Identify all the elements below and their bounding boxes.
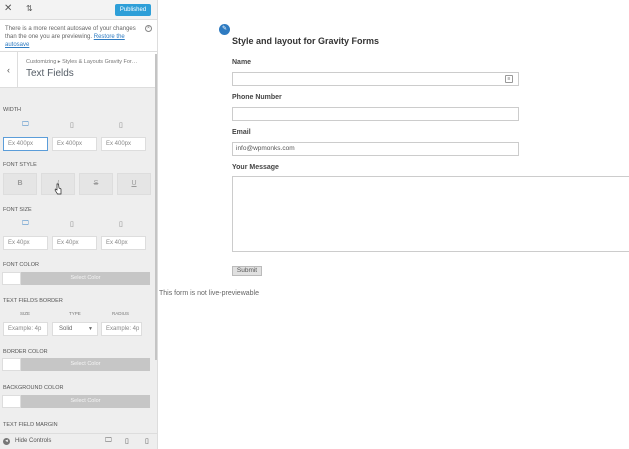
color-swatch[interactable] bbox=[2, 358, 21, 371]
message-textarea[interactable] bbox=[232, 176, 629, 252]
customizer-footer: ◂ Hide Controls 🖵 ▯ ▯ bbox=[0, 433, 157, 449]
color-swatch[interactable] bbox=[2, 395, 21, 408]
select-color-button[interactable]: Select Color bbox=[21, 358, 150, 371]
hide-controls-icon[interactable]: ◂ bbox=[3, 438, 10, 445]
tablet-icon[interactable]: ▯ bbox=[70, 121, 74, 129]
border-type-select[interactable]: Solid ▼ bbox=[52, 322, 98, 336]
border-size-label: Size bbox=[20, 311, 31, 316]
font-size-label: Font Size bbox=[3, 207, 32, 213]
autosave-notice: There is a more recent autosave of your … bbox=[0, 20, 157, 52]
chevron-left-icon: ‹ bbox=[7, 65, 10, 75]
border-type-label: Type bbox=[69, 311, 81, 316]
section-header: ‹ Customizing ▸ Styles & Layouts Gravity… bbox=[0, 52, 157, 88]
form-title: Style and layout for Gravity Forms bbox=[232, 36, 380, 46]
mobile-icon[interactable]: ▯ bbox=[119, 121, 123, 129]
desktop-preview-icon[interactable]: 🖵 bbox=[105, 437, 112, 445]
font-color-picker[interactable]: Select Color bbox=[2, 272, 150, 285]
tablet-icon[interactable]: ▯ bbox=[70, 220, 74, 228]
background-color-picker[interactable]: Select Color bbox=[2, 395, 150, 408]
font-size-desktop-input[interactable]: Ex 40px bbox=[3, 236, 48, 250]
margin-label: Text Field Margin bbox=[3, 422, 58, 428]
width-mobile-input[interactable]: Ex 400px bbox=[101, 137, 146, 151]
restore-autosave-link[interactable]: Restore the bbox=[94, 34, 125, 40]
contact-card-icon: ≡ bbox=[505, 75, 513, 83]
strikethrough-button[interactable]: S bbox=[79, 173, 113, 195]
not-live-previewable-note: This form is not live-previewable bbox=[159, 290, 259, 297]
name-label: Name bbox=[232, 59, 252, 66]
customizer-topbar: ✕ ⇅ Published bbox=[0, 0, 157, 20]
close-icon[interactable]: ✕ bbox=[4, 3, 12, 14]
email-input[interactable]: info@wpmonks.com bbox=[232, 142, 519, 156]
message-label: Your Message bbox=[232, 164, 279, 171]
tablet-preview-icon[interactable]: ▯ bbox=[125, 437, 129, 445]
dismiss-notice-icon[interactable]: × bbox=[145, 25, 152, 32]
notice-text-line2: than the one you are previewing. bbox=[5, 34, 94, 40]
font-size-tablet-input[interactable]: Ex 40px bbox=[52, 236, 97, 250]
phone-input[interactable] bbox=[232, 107, 519, 121]
width-desktop-input[interactable]: Ex 400px bbox=[3, 137, 48, 151]
border-color-picker[interactable]: Select Color bbox=[2, 358, 150, 371]
hide-controls-button[interactable]: Hide Controls bbox=[15, 438, 51, 444]
underline-button[interactable]: U bbox=[117, 173, 151, 195]
publish-button[interactable]: Published bbox=[115, 4, 151, 16]
width-tablet-input[interactable]: Ex 400px bbox=[52, 137, 97, 151]
border-label: Text Fields Border bbox=[3, 298, 63, 304]
section-title: Text Fields bbox=[26, 68, 74, 79]
font-size-mobile-input[interactable]: Ex 40px bbox=[101, 236, 146, 250]
breadcrumb: Customizing ▸ Styles & Layouts Gravity F… bbox=[26, 59, 138, 65]
phone-label: Phone Number bbox=[232, 94, 282, 101]
name-input[interactable] bbox=[232, 72, 519, 86]
select-color-button[interactable]: Select Color bbox=[21, 272, 150, 285]
back-button[interactable]: ‹ bbox=[0, 52, 18, 88]
customizer-sidebar: ✕ ⇅ Published There is a more recent aut… bbox=[0, 0, 158, 449]
hand-cursor-icon bbox=[54, 183, 62, 195]
border-radius-label: Radius bbox=[112, 311, 130, 316]
select-color-button[interactable]: Select Color bbox=[21, 395, 150, 408]
submit-button[interactable]: Submit bbox=[232, 266, 262, 276]
notice-text-line1: There is a more recent autosave of your … bbox=[5, 26, 136, 32]
bold-button[interactable]: B bbox=[3, 173, 37, 195]
arrows-icon[interactable]: ⇅ bbox=[26, 4, 33, 13]
restore-autosave-link-cont[interactable]: autosave bbox=[5, 41, 145, 49]
background-color-label: Background Color bbox=[3, 385, 64, 391]
width-label: Width bbox=[3, 107, 22, 113]
caret-down-icon: ▼ bbox=[88, 326, 93, 332]
desktop-icon[interactable]: 🖵 bbox=[22, 220, 29, 228]
email-label: Email bbox=[232, 129, 251, 136]
color-swatch[interactable] bbox=[2, 272, 21, 285]
desktop-icon[interactable]: 🖵 bbox=[22, 121, 29, 129]
border-type-value: Solid bbox=[59, 326, 73, 332]
sidebar-scrollbar[interactable] bbox=[155, 54, 157, 360]
border-color-label: Border Color bbox=[3, 349, 48, 355]
font-style-label: Font Style bbox=[3, 162, 37, 168]
border-size-input[interactable]: Example: 4p bbox=[3, 322, 48, 336]
font-color-label: Font Color bbox=[3, 262, 39, 268]
mobile-preview-icon[interactable]: ▯ bbox=[145, 437, 149, 445]
edit-shortcut-pencil-icon[interactable]: ✎ bbox=[219, 24, 230, 35]
border-radius-input[interactable]: Example: 4p bbox=[101, 322, 142, 336]
mobile-icon[interactable]: ▯ bbox=[119, 220, 123, 228]
